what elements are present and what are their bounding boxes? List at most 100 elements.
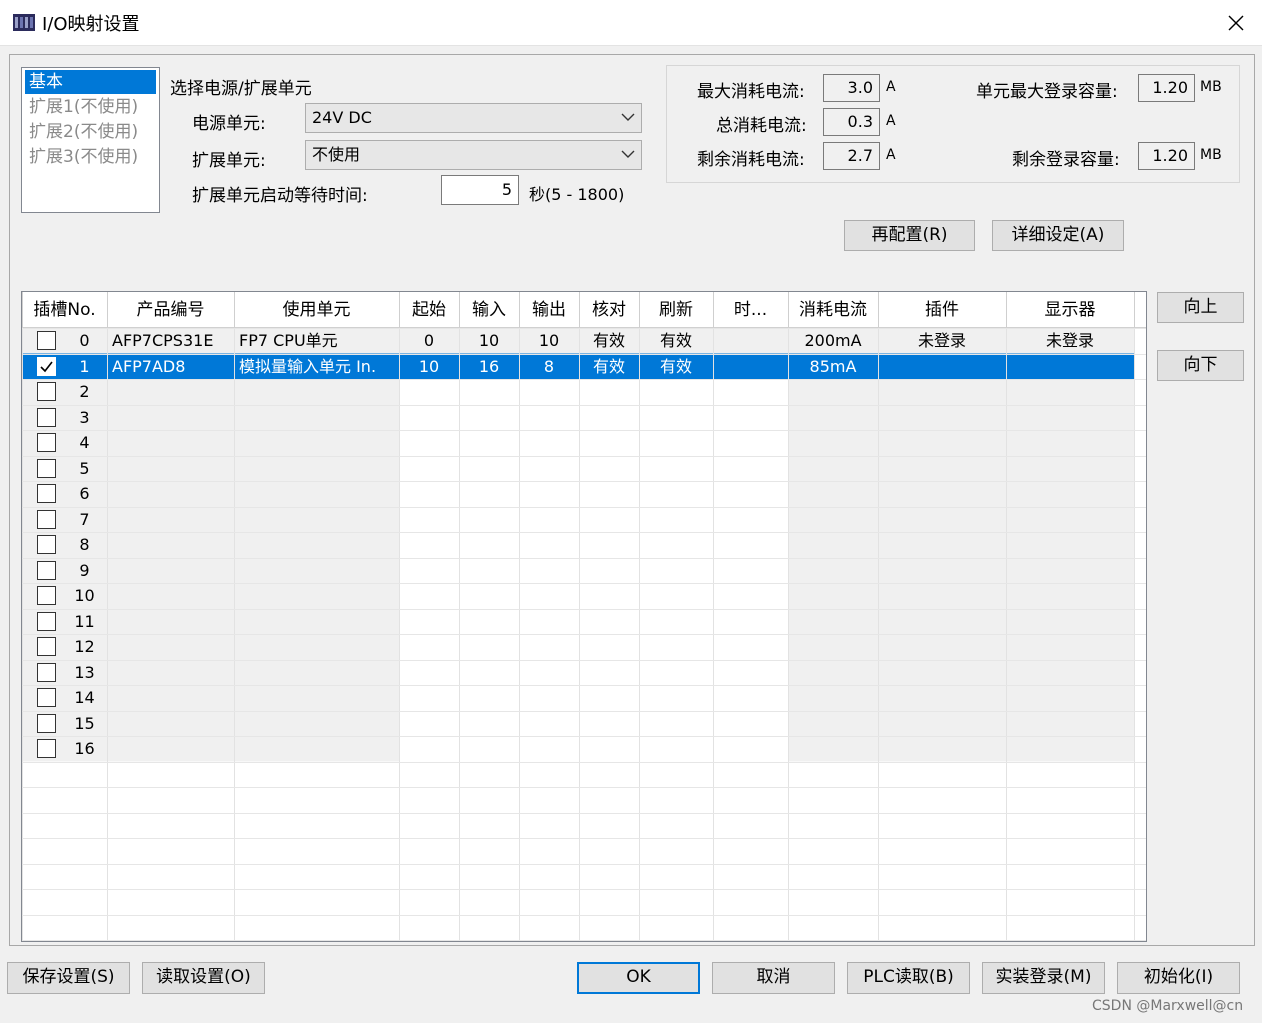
remaining-current-value: 2.7 — [823, 142, 880, 170]
slot-checkbox[interactable] — [37, 535, 56, 554]
power-unit-value: 24V DC — [312, 108, 372, 127]
column-header-product-number[interactable]: 产品编号 — [107, 292, 234, 328]
column-header-output-words[interactable]: 输出 — [519, 292, 579, 328]
cell-slot-number[interactable]: 16 — [67, 736, 102, 761]
slot-checkbox[interactable] — [37, 382, 56, 401]
cell-slot-number[interactable]: 7 — [67, 507, 102, 532]
cancel-button[interactable]: 取消 — [712, 962, 835, 994]
column-header-start-address[interactable]: 起始 — [399, 292, 459, 328]
cell-slot-number[interactable]: 9 — [67, 558, 102, 583]
details-button[interactable]: 详细设定(A) — [992, 220, 1124, 251]
initialize-button[interactable]: 初始化(I) — [1117, 962, 1240, 994]
column-header-input-words[interactable]: 输入 — [459, 292, 519, 328]
save-settings-button[interactable]: 保存设置(S) — [7, 962, 130, 994]
actual-register-button[interactable]: 实装登录(M) — [982, 962, 1105, 994]
wait-time-label: 扩展单元启动等待时间: — [192, 186, 368, 206]
category-item-expansion-2[interactable]: 扩展2(不使用) — [25, 120, 156, 144]
cell-verify[interactable]: 有效 — [579, 354, 639, 379]
cell-verify[interactable]: 有效 — [579, 328, 639, 353]
move-down-button[interactable]: 向下 — [1157, 350, 1244, 381]
cell-output-words[interactable]: 10 — [519, 328, 579, 353]
move-up-button[interactable]: 向上 — [1157, 292, 1244, 323]
slot-checkbox[interactable] — [37, 739, 56, 758]
category-item-expansion-1[interactable]: 扩展1(不使用) — [25, 95, 156, 119]
column-header-use-unit[interactable]: 使用单元 — [234, 292, 399, 328]
column-header-verify[interactable]: 核对 — [579, 292, 639, 328]
slot-checkbox[interactable] — [37, 713, 56, 733]
read-settings-button[interactable]: 读取设置(O) — [142, 962, 265, 994]
io-map-grid[interactable]: 插槽No. 产品编号 使用单元 起始 输入 输出 核对 刷新 时... 消耗电流 插件 显示器 0 AFP… — [21, 291, 1147, 942]
cell-slot-number[interactable]: 10 — [67, 583, 102, 608]
plc-read-button[interactable]: PLC读取(B) — [847, 962, 970, 994]
cell-plugin[interactable] — [878, 354, 1006, 379]
total-current-value: 0.3 — [823, 108, 880, 136]
slot-checkbox[interactable] — [37, 688, 56, 707]
cell-use-unit[interactable]: 模拟量输入单元 In. — [234, 354, 399, 379]
slot-checkbox[interactable] — [37, 433, 56, 452]
cell-slot-number[interactable]: 11 — [67, 609, 102, 634]
slot-checkbox[interactable] — [37, 458, 56, 478]
slot-checkbox[interactable] — [37, 662, 56, 682]
cell-plugin[interactable]: 未登录 — [878, 328, 1006, 353]
slot-checkbox[interactable] — [37, 407, 56, 427]
column-header-consumed-current[interactable]: 消耗电流 — [788, 292, 878, 328]
cell-consumed-current[interactable]: 200mA — [788, 328, 878, 353]
cell-input-words[interactable]: 10 — [459, 328, 519, 353]
column-header-time[interactable]: 时... — [713, 292, 788, 328]
cell-start-address[interactable]: 10 — [399, 354, 459, 379]
column-header-display[interactable]: 显示器 — [1006, 292, 1134, 328]
cell-output-words[interactable]: 8 — [519, 354, 579, 379]
slot-checkbox[interactable] — [37, 611, 56, 631]
cell-slot-number[interactable]: 3 — [67, 405, 102, 430]
cell-slot-number[interactable]: 2 — [67, 379, 102, 404]
slot-checkbox[interactable] — [37, 560, 56, 580]
cell-time[interactable] — [713, 354, 788, 379]
column-header-slot-number[interactable]: 插槽No. — [22, 292, 107, 328]
max-capacity-value: 1.20 — [1138, 74, 1195, 102]
cell-refresh[interactable]: 有效 — [639, 354, 713, 379]
slot-checkbox[interactable] — [37, 331, 56, 350]
cell-display[interactable] — [1006, 354, 1134, 379]
remaining-capacity-value: 1.20 — [1138, 142, 1195, 170]
expansion-unit-label: 扩展单元: — [192, 151, 266, 171]
cell-use-unit[interactable]: FP7 CPU单元 — [234, 328, 399, 353]
cell-product-number[interactable]: AFP7CPS31E — [107, 328, 234, 353]
slot-checkbox[interactable] — [37, 586, 56, 605]
expansion-unit-select[interactable]: 不使用 — [305, 140, 642, 170]
check-icon — [40, 361, 53, 372]
ok-button[interactable]: OK — [577, 962, 700, 994]
total-current-unit: A — [886, 113, 896, 129]
category-item-basic[interactable]: 基本 — [25, 70, 156, 94]
cell-slot-number[interactable]: 4 — [67, 430, 102, 455]
column-header-plugin[interactable]: 插件 — [878, 292, 1006, 328]
cell-slot-number[interactable]: 0 — [67, 328, 102, 353]
cell-slot-number[interactable]: 13 — [67, 660, 102, 685]
slot-checkbox[interactable] — [37, 509, 56, 529]
cell-display[interactable]: 未登录 — [1006, 328, 1134, 353]
cell-slot-number[interactable]: 6 — [67, 481, 102, 506]
cell-refresh[interactable]: 有效 — [639, 328, 713, 353]
cell-input-words[interactable]: 16 — [459, 354, 519, 379]
cell-consumed-current[interactable]: 85mA — [788, 354, 878, 379]
cell-slot-number[interactable]: 1 — [67, 354, 102, 379]
reconfigure-button[interactable]: 再配置(R) — [844, 220, 975, 251]
power-unit-select[interactable]: 24V DC — [305, 103, 642, 133]
cell-slot-number[interactable]: 14 — [67, 685, 102, 710]
category-item-expansion-3[interactable]: 扩展3(不使用) — [25, 145, 156, 169]
max-current-unit: A — [886, 79, 896, 95]
cell-slot-number[interactable]: 5 — [67, 456, 102, 481]
slot-checkbox[interactable] — [37, 637, 56, 656]
slot-checkbox[interactable] — [37, 484, 56, 503]
cell-product-number[interactable]: AFP7AD8 — [107, 354, 234, 379]
column-header-refresh[interactable]: 刷新 — [639, 292, 713, 328]
wait-time-input[interactable]: 5 — [441, 175, 519, 205]
cell-slot-number[interactable]: 12 — [67, 634, 102, 659]
cell-slot-number[interactable]: 8 — [67, 532, 102, 557]
cell-time[interactable] — [713, 328, 788, 353]
cell-slot-number[interactable]: 15 — [67, 711, 102, 736]
slot-checkbox[interactable] — [37, 356, 56, 376]
category-list[interactable]: 基本 扩展1(不使用) 扩展2(不使用) 扩展3(不使用) — [21, 67, 160, 213]
close-button[interactable] — [1216, 6, 1256, 40]
cell-start-address[interactable]: 0 — [399, 328, 459, 353]
window-title: I/O映射设置 — [42, 14, 140, 35]
